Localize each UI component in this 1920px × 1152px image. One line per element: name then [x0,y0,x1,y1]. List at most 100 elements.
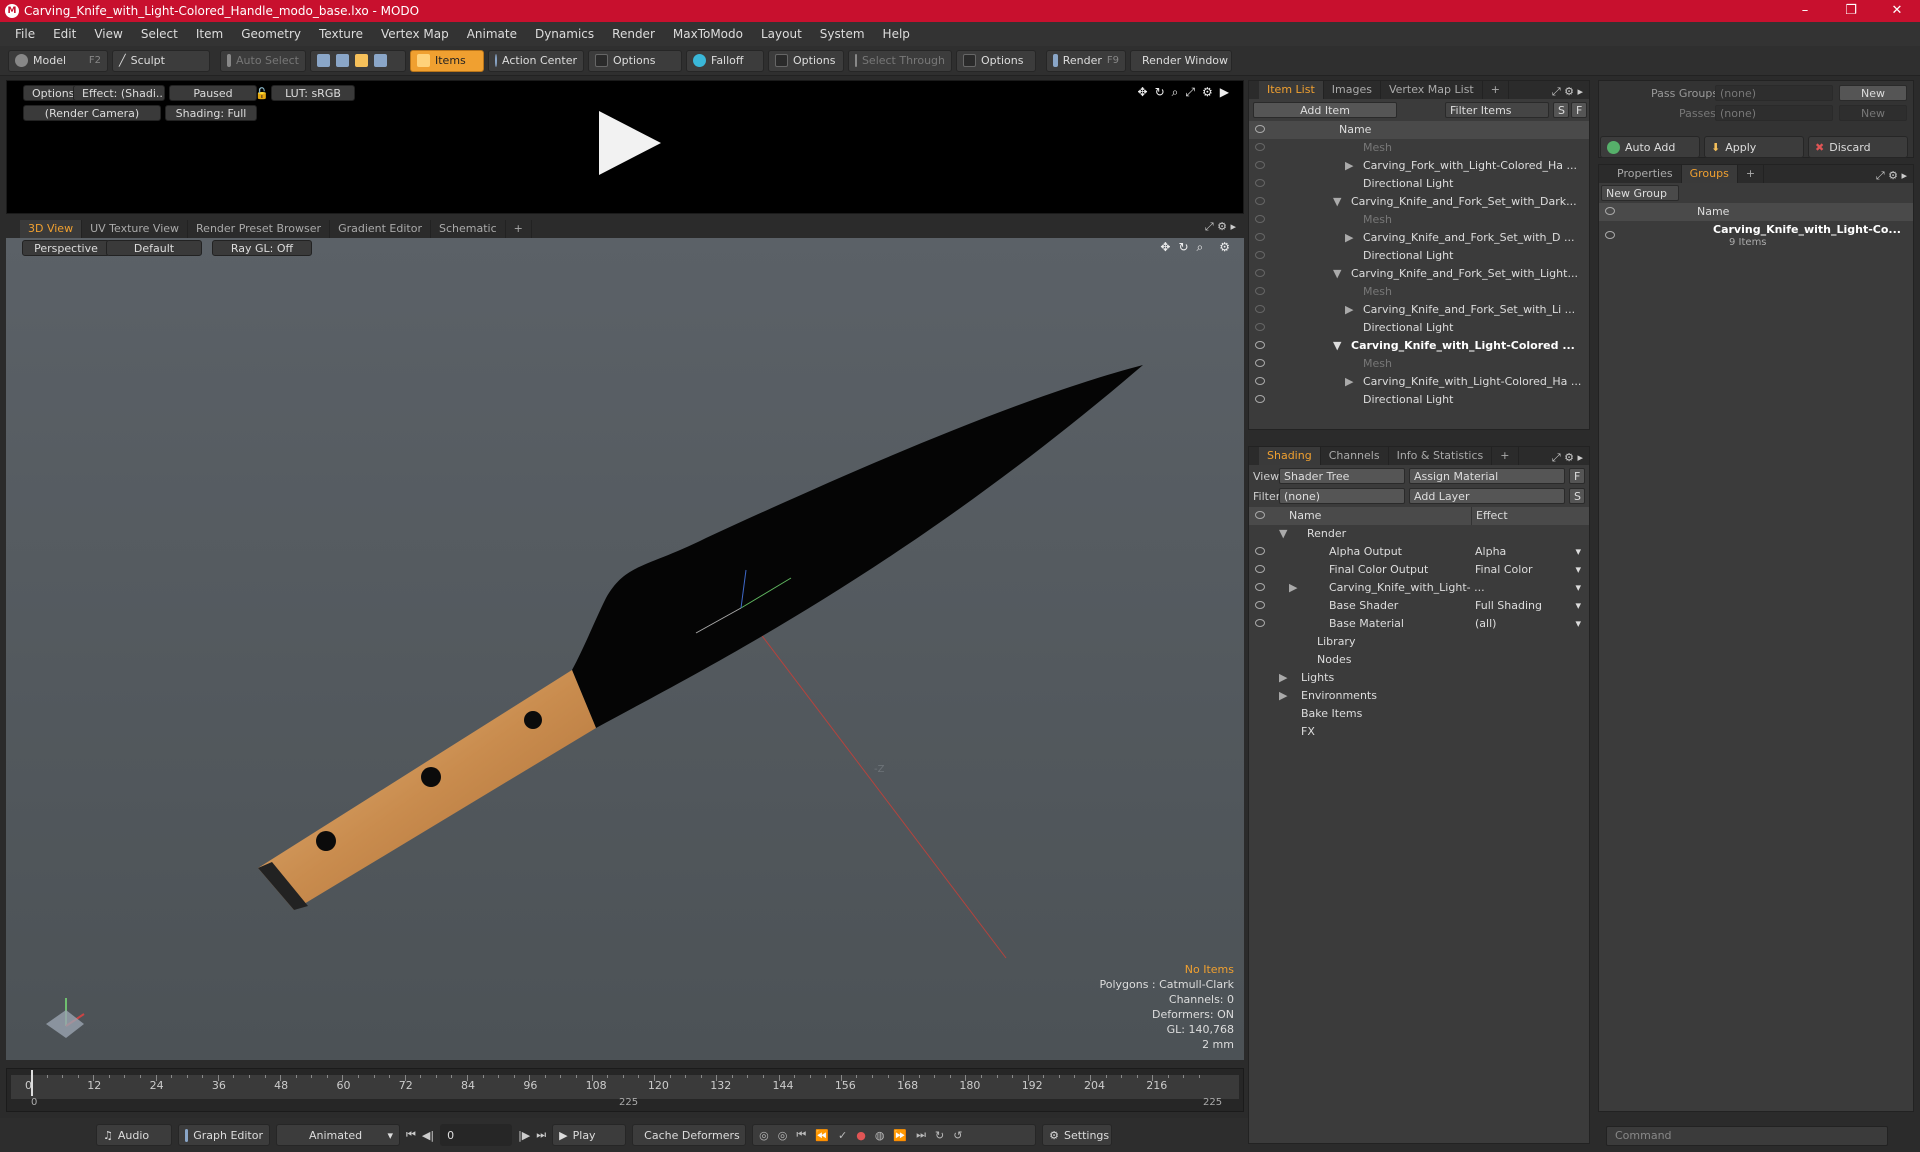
step-forward-icon[interactable]: |▶ [518,1129,530,1142]
prev-key-icon[interactable]: ⏮ [796,1128,806,1142]
menu-dynamics[interactable]: Dynamics [526,27,603,41]
key-icon[interactable]: ◎ [778,1129,788,1142]
tree-row[interactable]: ▼ Carving_Knife_with_Light-Colored ... [1249,337,1589,355]
tab-properties[interactable]: Properties [1609,165,1682,183]
select-through-button[interactable]: Select Through [848,49,952,72]
menu-animate[interactable]: Animate [458,27,526,41]
shading-s-button[interactable]: S [1569,488,1585,504]
add-tab-button[interactable]: + [506,220,532,238]
playhead[interactable] [31,1070,33,1096]
filter-f-button[interactable]: F [1571,102,1587,118]
shader-row[interactable]: Base Shader Full Shading ▾ [1249,597,1589,615]
tree-row[interactable]: ▼ Carving_Knife_and_Fork_Set_with_Dark... [1249,193,1589,211]
tab-uv-texture-view[interactable]: UV Texture View [82,220,189,238]
add-tab-button[interactable]: + [1738,165,1765,183]
shading-f-button[interactable]: F [1569,468,1585,484]
tab-gradient-editor[interactable]: Gradient Editor [330,220,431,238]
falloff-options-button[interactable]: Options [768,49,844,72]
step-back-icon[interactable]: ◀| [422,1129,434,1142]
maximize-icon[interactable]: ⤢ [1185,85,1195,100]
effect-dropdown[interactable]: Effect: (Shadi... [73,85,165,101]
frame-field[interactable]: 0 [440,1124,513,1146]
shader-view-dropdown[interactable]: Shader Tree [1279,468,1405,484]
tab-render-preset-browser[interactable]: Render Preset Browser [188,220,331,238]
graph-editor-button[interactable]: Graph Editor [178,1124,270,1146]
render-button[interactable]: Render F9 [1046,49,1126,72]
loop-icon[interactable]: ↺ [953,1129,962,1142]
auto-add-button[interactable]: Auto Add [1600,136,1700,158]
tab-groups[interactable]: Groups [1681,165,1738,183]
tree-row[interactable]: Directional Light [1249,175,1589,193]
record-icon[interactable]: ● [856,1129,866,1142]
add-tab-button[interactable]: + [1483,81,1509,99]
zoom-icon[interactable]: ⌕ [1172,85,1179,100]
shader-row[interactable]: ▶ Environments [1249,687,1589,705]
vertices-mode-icon[interactable] [317,54,330,67]
new-pass-group-button[interactable]: New [1839,85,1907,101]
action-center-options-button[interactable]: Options [588,49,682,72]
tree-row[interactable]: ▼ Carving_Knife_and_Fork_Set_with_Light..… [1249,265,1589,283]
tab-info-statistics[interactable]: Info & Statistics [1389,447,1493,465]
tab-3d-view[interactable]: 3D View [20,220,83,238]
filter-items-field[interactable]: Filter Items [1445,102,1549,118]
passes-dropdown[interactable]: (none) [1715,105,1833,121]
apply-button[interactable]: ⬇ Apply [1704,136,1804,158]
auto-select-button[interactable]: Auto Select [220,49,306,72]
rotate-icon[interactable]: ↻ [1155,85,1165,100]
menu-maxtomodo[interactable]: MaxToModo [664,27,752,41]
maximize-button[interactable]: ❐ [1828,0,1874,22]
tree-row[interactable]: ▶ Carving_Knife_and_Fork_Set_with_D ... [1249,229,1589,247]
paused-toggle[interactable]: Paused [169,85,257,101]
tree-row[interactable]: Mesh [1249,355,1589,373]
set-key-icon[interactable]: ✓ [838,1129,847,1142]
shader-row[interactable]: Base Material (all) ▾ [1249,615,1589,633]
sculpt-mode-button[interactable]: ╱ Sculpt [112,49,210,72]
tab-images[interactable]: Images [1324,81,1381,99]
tab-shading[interactable]: Shading [1259,447,1321,465]
shader-row[interactable]: ▶ Lights [1249,669,1589,687]
shader-row[interactable]: Alpha Output Alpha ▾ [1249,543,1589,561]
tab-channels[interactable]: Channels [1321,447,1389,465]
tree-row[interactable]: Directional Light [1249,247,1589,265]
discard-button[interactable]: ✖ Discard [1808,136,1908,158]
settings-gear-icon[interactable]: ⚙ [1202,85,1213,100]
polygons-mode-icon[interactable] [355,54,368,67]
edges-mode-icon[interactable] [336,54,349,67]
shader-row[interactable]: Bake Items [1249,705,1589,723]
render-window-button[interactable]: Render Window [1130,49,1232,72]
shader-row[interactable]: ▼ Render [1249,525,1589,543]
next-key-icon[interactable]: ⏭ [916,1128,926,1142]
prev-key-icon[interactable]: ⏪ [815,1129,829,1142]
tree-row[interactable]: Directional Light [1249,391,1589,409]
falloff-button[interactable]: Falloff [686,49,764,72]
menu-render[interactable]: Render [603,27,664,41]
panel-menu-icons[interactable]: ⤢ ⚙ ▸ [1876,169,1907,183]
pass-groups-dropdown[interactable]: (none) [1715,85,1833,101]
model-mode-button[interactable]: Model F2 [8,49,108,72]
key-icon[interactable]: ◍ [875,1129,885,1142]
timeline[interactable]: 0 12 24 36 48 60 72 84 96 108 120 132 144 156 168 180 19… [6,1068,1244,1112]
skip-to-start-icon[interactable]: ⏮ [406,1128,416,1142]
add-item-dropdown[interactable]: Add Item [1253,102,1397,118]
close-button[interactable]: ✕ [1874,0,1920,22]
tab-schematic[interactable]: Schematic [431,220,506,238]
tree-row[interactable]: Directional Light [1249,319,1589,337]
menu-layout[interactable]: Layout [752,27,811,41]
tree-row[interactable]: Mesh [1249,283,1589,301]
command-input[interactable]: Command [1606,1126,1888,1146]
menu-help[interactable]: Help [874,27,919,41]
shader-row[interactable]: Final Color Output Final Color ▾ [1249,561,1589,579]
menu-geometry[interactable]: Geometry [232,27,310,41]
timeline-ruler[interactable]: 0 12 24 36 48 60 72 84 96 108 120 132 144 156 168 180 19… [11,1075,1239,1099]
menu-edit[interactable]: Edit [44,27,85,41]
new-group-button[interactable]: New Group [1601,185,1679,201]
next-key-icon[interactable]: ⏩ [893,1129,907,1142]
loop-icon[interactable]: ↻ [935,1129,944,1142]
play-button[interactable]: ▶ Play [552,1124,627,1146]
render-preview[interactable]: Options Effect: (Shadi... Paused 🔓 LUT: … [6,80,1244,214]
action-center-button[interactable]: Action Center [488,49,584,72]
menu-system[interactable]: System [811,27,874,41]
menu-item[interactable]: Item [187,27,232,41]
shader-row[interactable]: Library [1249,633,1589,651]
panel-menu-icons[interactable]: ⤢ ⚙ ▸ [1552,85,1583,99]
